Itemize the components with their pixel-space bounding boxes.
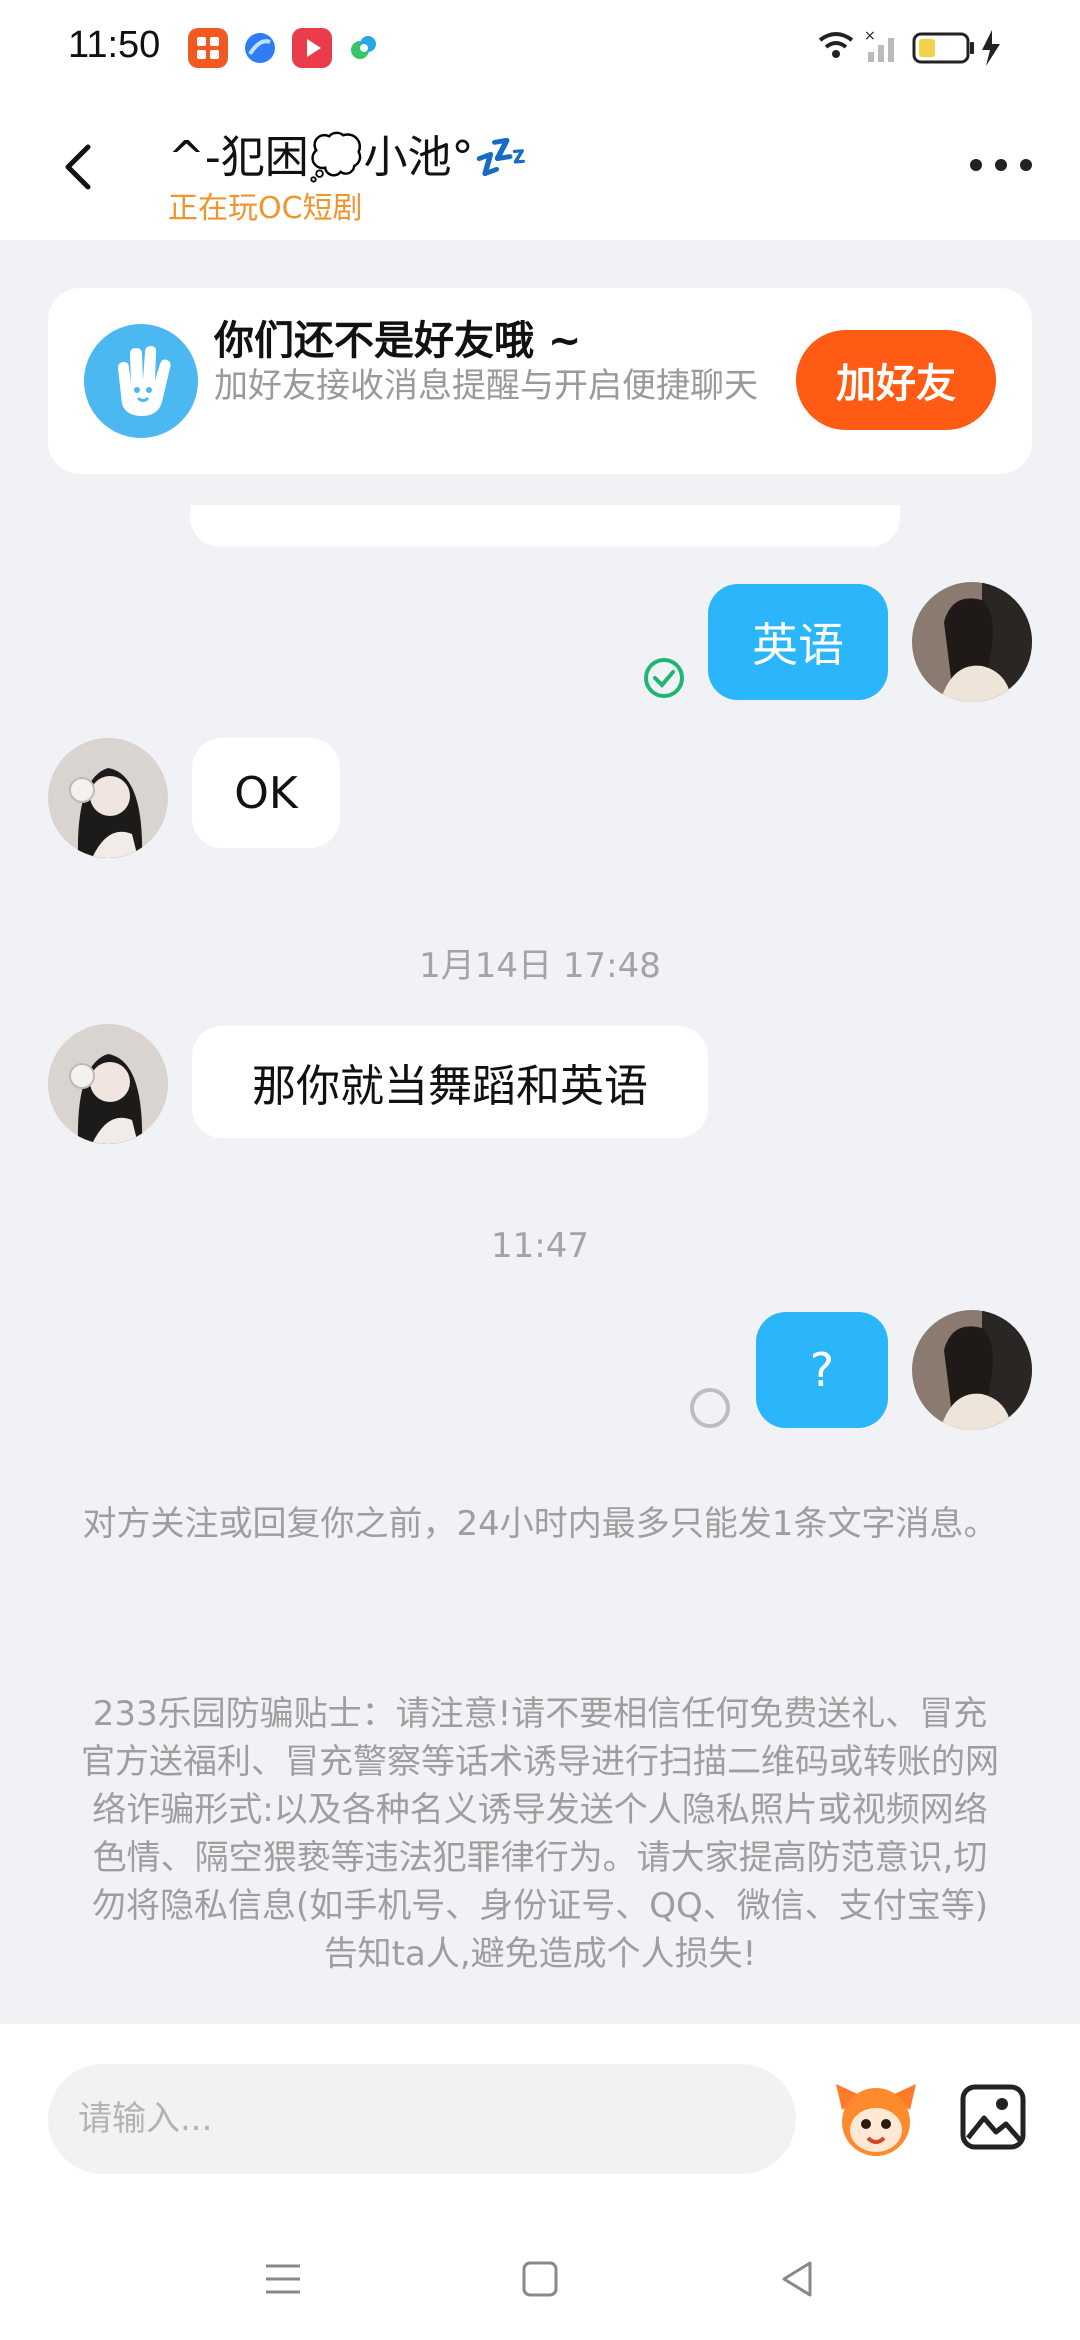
charging-icon xyxy=(982,30,1000,66)
my-avatar[interactable] xyxy=(912,1310,1032,1430)
hand-icon xyxy=(84,324,198,438)
back-triangle-icon xyxy=(782,2261,812,2297)
message-bubble-outgoing[interactable]: ? xyxy=(756,1312,888,1428)
add-friend-button[interactable]: 加好友 xyxy=(796,330,996,430)
chevron-left-icon xyxy=(65,144,91,190)
message-input[interactable] xyxy=(48,2064,796,2174)
back-button[interactable] xyxy=(52,137,112,197)
home-nav-button[interactable] xyxy=(515,2254,565,2304)
anti-fraud-notice: 233乐园防骗贴士：请注意!请不要相信任何免费送礼、冒充官方送福利、冒充警察等话… xyxy=(81,1694,999,1974)
chat-subtitle: 正在玩OC短剧 xyxy=(168,191,363,226)
previous-message-bubble xyxy=(190,505,900,547)
message-limit-notice: 对方关注或回复你之前，24小时内最多只能发1条文字消息。 xyxy=(82,1504,998,1544)
contact-avatar[interactable] xyxy=(48,1024,168,1144)
banner-description: 加好友接收消息提醒与开启便捷聊天 xyxy=(214,366,758,406)
message-timestamp: 1月14日 17:48 xyxy=(419,946,661,986)
my-avatar[interactable] xyxy=(912,582,1032,702)
contact-avatar[interactable] xyxy=(48,738,168,858)
back-nav-button[interactable] xyxy=(772,2254,822,2304)
chat-title: ^-犯困💭小池°💤 xyxy=(168,132,529,183)
emoji-button[interactable] xyxy=(828,2070,924,2166)
wifi-icon xyxy=(818,32,854,58)
more-button[interactable] xyxy=(966,145,1036,185)
status-time: 11:50 xyxy=(68,24,161,66)
grid-app-icon xyxy=(188,28,228,68)
menu-icon xyxy=(266,2264,300,2294)
pending-status-icon xyxy=(690,1388,730,1428)
message-bubble-outgoing[interactable]: 英语 xyxy=(708,584,888,700)
mascot-emoji-icon xyxy=(836,2084,916,2156)
image-button[interactable] xyxy=(958,2082,1028,2152)
signal-icon: × xyxy=(864,28,894,62)
leaf-app-icon xyxy=(344,28,384,68)
system-nav-bar xyxy=(0,2224,1080,2340)
chat-header: ^-犯困💭小池°💤 正在玩OC短剧 xyxy=(0,95,1080,240)
svg-text:×: × xyxy=(864,28,876,44)
status-bar: 11:50 × xyxy=(0,0,1080,95)
video-app-icon xyxy=(292,28,332,68)
more-dots-icon xyxy=(970,159,1032,171)
delivered-check-icon xyxy=(642,656,686,700)
menu-nav-button[interactable] xyxy=(258,2254,308,2304)
system-status-icons: × xyxy=(816,26,1036,70)
message-timestamp: 11:47 xyxy=(491,1226,589,1266)
banner-title: 你们还不是好友哦 ~ xyxy=(214,318,582,364)
input-bar xyxy=(0,2024,1080,2224)
image-icon xyxy=(960,2084,1026,2150)
message-bubble-incoming[interactable]: 那你就当舞蹈和英语 xyxy=(192,1026,708,1138)
message-bubble-incoming[interactable]: OK xyxy=(192,738,340,848)
browser-app-icon xyxy=(240,28,280,68)
add-friend-banner: 你们还不是好友哦 ~ 加好友接收消息提醒与开启便捷聊天 加好友 xyxy=(48,288,1032,474)
battery-icon xyxy=(912,32,974,64)
home-square-icon xyxy=(522,2261,558,2297)
